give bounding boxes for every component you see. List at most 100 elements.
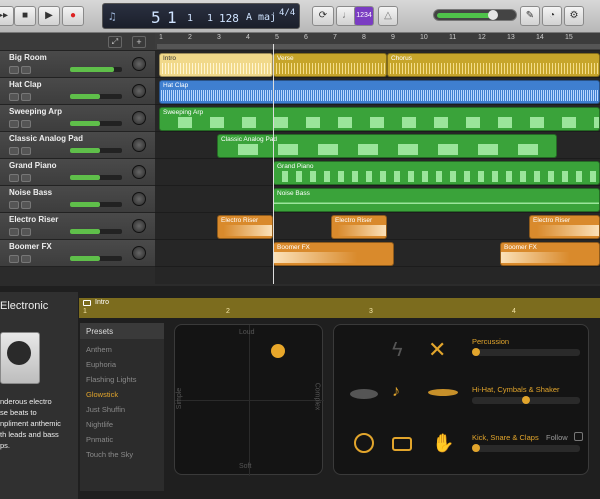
metronome-button[interactable]: △: [378, 6, 398, 26]
region-chorus[interactable]: Chorus: [387, 53, 600, 77]
mute-button[interactable]: [9, 174, 19, 182]
region-classic-analog-pad[interactable]: Classic Analog Pad: [217, 134, 557, 158]
xy-pad[interactable]: Loud Soft Simple Complex: [174, 324, 324, 476]
media-browser-button[interactable]: ⚙: [564, 6, 584, 26]
pan-knob[interactable]: [132, 192, 146, 206]
region-sweeping-arp[interactable]: Sweeping Arp: [159, 107, 600, 131]
fast-forward-button[interactable]: ▸▸: [0, 6, 14, 26]
headphones-icon[interactable]: [21, 255, 31, 263]
preset-item[interactable]: Touch the Sky: [86, 450, 133, 459]
hihat-slider-thumb[interactable]: [522, 396, 530, 404]
preset-item[interactable]: Glowstick: [86, 390, 118, 399]
region-boomer-fx[interactable]: Boomer FX: [273, 242, 394, 266]
headphones-icon[interactable]: [21, 147, 31, 155]
track-header[interactable]: Boomer FX: [0, 240, 155, 267]
mute-button[interactable]: [9, 255, 19, 263]
track-volume-slider[interactable]: [70, 229, 122, 234]
preset-item[interactable]: Pnmatic: [86, 435, 113, 444]
kick-slider-thumb[interactable]: [472, 444, 480, 452]
percussion-slider[interactable]: [472, 348, 580, 356]
preset-item[interactable]: Flashing Lights: [86, 375, 136, 384]
pan-knob[interactable]: [132, 165, 146, 179]
pan-knob[interactable]: [132, 246, 146, 260]
track-header[interactable]: Electro Riser: [0, 213, 155, 240]
headphones-icon[interactable]: [21, 66, 31, 74]
cycle-region-strip[interactable]: [157, 44, 600, 49]
preset-item[interactable]: Euphoria: [86, 360, 116, 369]
lane-boomer-fx[interactable]: Boomer FX Boomer FX: [155, 240, 600, 267]
hihat-slider[interactable]: [472, 396, 580, 404]
stop-button[interactable]: ■: [14, 6, 36, 26]
preset-item[interactable]: Anthem: [86, 345, 112, 354]
lane-hat-clap[interactable]: Hat Clap: [155, 78, 600, 105]
region-electro-riser[interactable]: Electro Riser: [331, 215, 387, 239]
lcd-display[interactable]: ♫ 5 1 1 1 128 A maj 4/4: [102, 3, 300, 29]
track-volume-slider[interactable]: [70, 121, 122, 126]
track-header[interactable]: Grand Piano: [0, 159, 155, 186]
mute-button[interactable]: [9, 66, 19, 74]
track-header[interactable]: Noise Bass: [0, 186, 155, 213]
lane-big-room[interactable]: Intro Verse Chorus: [155, 51, 600, 78]
headphones-icon[interactable]: [21, 174, 31, 182]
mute-button[interactable]: [9, 147, 19, 155]
lane-electro-riser[interactable]: Electro Riser Electro Riser Electro Rise…: [155, 213, 600, 240]
region-grand-piano[interactable]: Grand Piano: [273, 161, 600, 185]
headphones-icon[interactable]: [21, 201, 31, 209]
clap-hand-icon[interactable]: ✋: [432, 433, 454, 454]
snare-icon[interactable]: [392, 437, 412, 451]
follow-checkbox[interactable]: [574, 432, 583, 441]
track-header[interactable]: Big Room: [0, 51, 155, 78]
lane-noise-bass[interactable]: Noise Bass: [155, 186, 600, 213]
headphones-icon[interactable]: [21, 228, 31, 236]
track-volume-slider[interactable]: [70, 202, 122, 207]
master-volume-slider[interactable]: [433, 9, 517, 21]
track-header[interactable]: Classic Analog Pad: [0, 132, 155, 159]
play-button[interactable]: ▶: [38, 6, 60, 26]
cycle-button[interactable]: ⟳: [312, 6, 334, 26]
region-intro[interactable]: Intro: [159, 53, 273, 77]
lightning-icon[interactable]: ϟ: [392, 339, 403, 362]
drumsticks-icon[interactable]: ✕: [428, 337, 446, 363]
notepad-button[interactable]: ✎: [520, 6, 540, 26]
track-volume-slider[interactable]: [70, 175, 122, 180]
pan-knob[interactable]: [132, 219, 146, 233]
maraca-icon[interactable]: ♪: [392, 383, 400, 401]
loop-browser-button[interactable]: ◔: [542, 6, 562, 26]
region-verse[interactable]: Verse: [273, 53, 387, 77]
mute-button[interactable]: [9, 201, 19, 209]
lane-sweeping-arp[interactable]: Sweeping Arp: [155, 105, 600, 132]
region-electro-riser[interactable]: Electro Riser: [529, 215, 600, 239]
track-volume-slider[interactable]: [70, 94, 122, 99]
kick-slider[interactable]: [472, 444, 580, 452]
pan-knob[interactable]: [132, 111, 146, 125]
region-boomer-fx[interactable]: Boomer FX: [500, 242, 600, 266]
preset-item[interactable]: Nightlife: [86, 420, 113, 429]
pan-knob[interactable]: [132, 57, 146, 71]
tracks-area[interactable]: Intro Verse Chorus Hat Clap Sweeping Arp…: [155, 51, 600, 284]
count-in-button[interactable]: 1234: [354, 6, 374, 26]
master-volume-knob[interactable]: [488, 10, 498, 20]
tambourine-icon[interactable]: [350, 389, 378, 399]
headphones-icon[interactable]: [21, 93, 31, 101]
track-header[interactable]: Hat Clap: [0, 78, 155, 105]
region-electro-riser[interactable]: Electro Riser: [217, 215, 273, 239]
arrangement-bar[interactable]: Intro 1 2 3 4: [79, 298, 600, 318]
track-volume-slider[interactable]: [70, 256, 122, 261]
preset-item[interactable]: Just Shuffin: [86, 405, 125, 414]
track-filter-icon[interactable]: ⤢: [108, 36, 122, 48]
region-noise-bass[interactable]: Noise Bass: [273, 188, 600, 212]
pan-knob[interactable]: [132, 138, 146, 152]
lane-grand-piano[interactable]: Grand Piano: [155, 159, 600, 186]
add-track-icon[interactable]: +: [132, 36, 146, 48]
track-header[interactable]: Sweeping Arp: [0, 105, 155, 132]
mute-button[interactable]: [9, 228, 19, 236]
record-button[interactable]: ●: [62, 6, 84, 26]
percussion-slider-thumb[interactable]: [472, 348, 480, 356]
track-volume-slider[interactable]: [70, 67, 122, 72]
region-hat-clap[interactable]: Hat Clap: [159, 80, 600, 104]
xy-puck[interactable]: [271, 344, 285, 358]
playhead[interactable]: [273, 44, 274, 284]
timeline-ruler[interactable]: 1 2 3 4 5 6 7 8 9 10 11 12 13 14 15: [155, 33, 600, 51]
kick-drum-icon[interactable]: [354, 433, 374, 453]
mute-button[interactable]: [9, 120, 19, 128]
